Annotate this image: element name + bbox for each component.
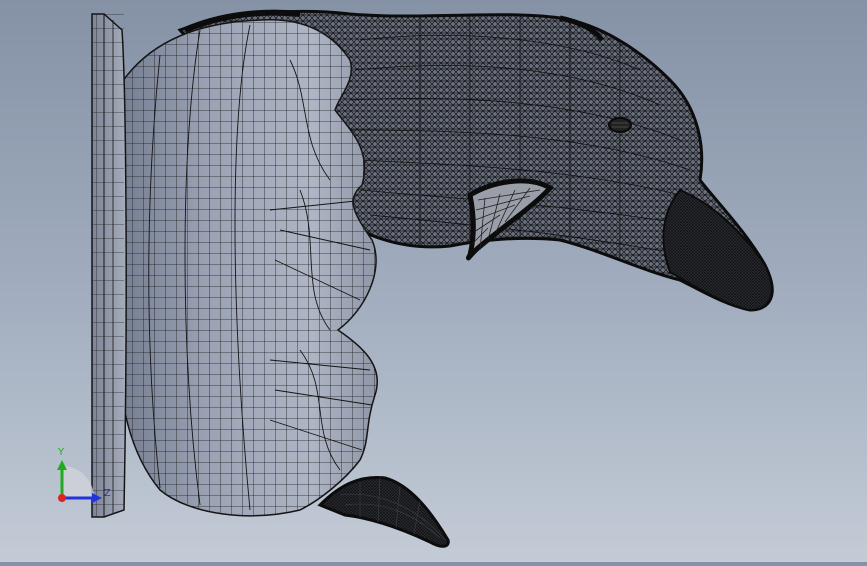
- orientation-triad[interactable]: Y Z: [50, 438, 122, 510]
- y-axis-label: Y: [57, 447, 65, 458]
- duck-eye: [608, 117, 632, 133]
- z-axis-label: Z: [104, 488, 111, 499]
- x-axis-dot-icon: [58, 494, 66, 502]
- triad-backdrop: [62, 466, 94, 498]
- model-viewport[interactable]: [0, 0, 867, 562]
- duck-tail-mesh: [317, 475, 450, 548]
